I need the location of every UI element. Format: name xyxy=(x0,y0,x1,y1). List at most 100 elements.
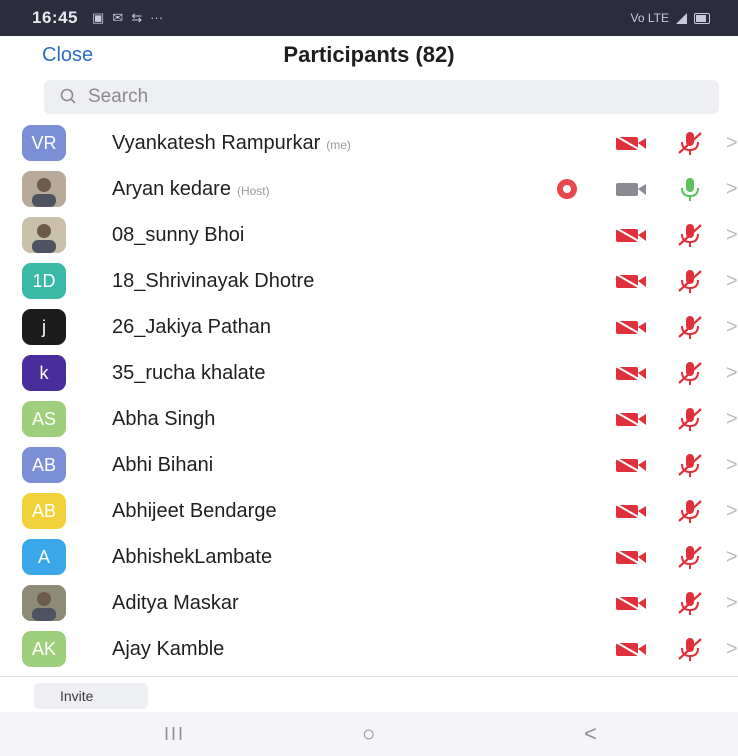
volte-label: Vo LTE xyxy=(630,11,669,25)
participant-name-text: AbhishekLambate xyxy=(112,545,273,568)
chevron-right-icon[interactable]: > xyxy=(726,454,738,477)
participant-name-text: Abha Singh xyxy=(112,407,216,430)
participant-row[interactable]: Aditya Maskar > xyxy=(0,580,738,626)
video-off-icon xyxy=(612,225,650,245)
avatar: AS xyxy=(22,401,66,437)
video-off-icon xyxy=(612,271,650,291)
participant-name: Aditya Maskar xyxy=(112,592,239,615)
participant-name: Aryan kedare (Host) xyxy=(112,178,270,201)
status-time: 16:45 xyxy=(32,8,78,27)
participant-row[interactable]: Aryan kedare (Host) > xyxy=(0,166,738,212)
page-title: Participants (82) xyxy=(283,42,455,67)
chevron-right-icon[interactable]: > xyxy=(726,546,738,569)
participant-row[interactable]: j 26_Jakiya Pathan > xyxy=(0,304,738,350)
status-right-icons: Vo LTE xyxy=(631,11,710,25)
mic-muted-icon xyxy=(674,543,706,571)
recents-button[interactable]: III xyxy=(164,724,185,745)
avatar: AK xyxy=(22,631,66,667)
mic-muted-icon xyxy=(674,451,706,479)
avatar xyxy=(22,171,66,207)
video-on-icon xyxy=(612,179,650,199)
chevron-right-icon[interactable]: > xyxy=(726,408,738,431)
video-off-icon xyxy=(612,593,650,613)
mic-muted-icon xyxy=(674,313,706,341)
recording-icon xyxy=(556,178,578,200)
network-icon: ⇆ xyxy=(131,10,143,25)
chevron-right-icon[interactable]: > xyxy=(726,316,738,339)
participant-name: Ajay Kamble xyxy=(112,638,224,661)
participant-row[interactable]: A AbhishekLambate > xyxy=(0,534,738,580)
back-button[interactable]: < xyxy=(584,721,597,747)
avatar xyxy=(22,585,66,621)
participant-name: Abhi Bihani xyxy=(112,454,213,477)
participant-name-text: 35_rucha khalate xyxy=(112,361,266,384)
video-off-icon xyxy=(612,317,650,337)
invite-button[interactable]: Invite xyxy=(34,683,148,709)
participant-name-text: 08_sunny Bhoi xyxy=(112,223,245,246)
mic-muted-icon xyxy=(674,589,706,617)
chevron-right-icon[interactable]: > xyxy=(726,270,738,293)
chevron-right-icon[interactable]: > xyxy=(726,224,738,247)
participant-role-tag: (Host) xyxy=(236,183,270,198)
participant-name: 35_rucha khalate xyxy=(112,362,265,385)
mic-muted-icon xyxy=(674,267,706,295)
participant-row[interactable]: 08_sunny Bhoi > xyxy=(0,212,738,258)
participant-name: Abha Singh xyxy=(112,408,215,431)
search-input[interactable] xyxy=(86,85,690,109)
avatar: j xyxy=(22,309,66,345)
avatar: VR xyxy=(22,125,66,161)
footer: Invite xyxy=(0,676,738,713)
notification-icon: ✉ xyxy=(112,10,124,25)
chevron-right-icon[interactable]: > xyxy=(726,638,738,661)
mic-muted-icon xyxy=(674,129,706,157)
video-off-icon xyxy=(612,639,650,659)
mic-muted-icon xyxy=(674,359,706,387)
participant-name: Vyankatesh Rampurkar (me) xyxy=(112,132,351,155)
chevron-right-icon[interactable]: > xyxy=(726,178,738,201)
mic-muted-icon xyxy=(674,497,706,525)
video-off-icon xyxy=(612,133,650,153)
search-bar[interactable] xyxy=(44,80,719,114)
video-off-icon xyxy=(612,409,650,429)
participant-row[interactable]: AK Ajay Kamble > xyxy=(0,626,738,672)
status-left-icons: ▣ ✉ ⇆ ··· xyxy=(92,10,163,26)
avatar: AB xyxy=(22,493,66,529)
signal-icon xyxy=(676,12,687,24)
participant-row[interactable]: AS Abha Singh > xyxy=(0,396,738,442)
participant-role-tag: (me) xyxy=(326,137,351,152)
battery-icon xyxy=(694,12,710,24)
participant-row[interactable]: 1D 18_Shrivinayak Dhotre > xyxy=(0,258,738,304)
participant-name-text: Abhi Bihani xyxy=(112,453,214,476)
mic-muted-icon xyxy=(674,405,706,433)
system-nav-bar: III ○ < xyxy=(0,712,738,756)
participant-row[interactable]: AB Abhi Bihani > xyxy=(0,442,738,488)
mic-on-icon xyxy=(674,175,706,203)
chevron-right-icon[interactable]: > xyxy=(726,132,738,155)
video-off-icon xyxy=(612,363,650,383)
participant-name: AbhishekLambate xyxy=(112,546,272,569)
participant-row[interactable]: AB Abhijeet Bendarge > xyxy=(0,488,738,534)
participant-row[interactable]: VR Vyankatesh Rampurkar (me) > xyxy=(0,120,738,166)
video-off-icon xyxy=(612,501,650,521)
avatar: AB xyxy=(22,447,66,483)
video-off-icon xyxy=(612,547,650,567)
participant-name: 08_sunny Bhoi xyxy=(112,224,244,247)
participant-name-text: Vyankatesh Rampurkar xyxy=(112,131,321,154)
participant-list: VR Vyankatesh Rampurkar (me) > Aryan kedare (… xyxy=(0,120,738,672)
participant-row[interactable]: k 35_rucha khalate > xyxy=(0,350,738,396)
avatar: k xyxy=(22,355,66,391)
participant-name-text: 18_Shrivinayak Dhotre xyxy=(112,269,315,292)
chevron-right-icon[interactable]: > xyxy=(726,362,738,385)
chevron-right-icon[interactable]: > xyxy=(726,500,738,523)
avatar xyxy=(22,217,66,253)
mic-muted-icon xyxy=(674,635,706,663)
home-button[interactable]: ○ xyxy=(362,721,375,747)
chevron-right-icon[interactable]: > xyxy=(726,592,738,615)
participant-name: 18_Shrivinayak Dhotre xyxy=(112,270,314,293)
more-icon: ··· xyxy=(150,10,164,25)
participant-name: Abhijeet Bendarge xyxy=(112,500,277,523)
avatar: A xyxy=(22,539,66,575)
avatar: 1D xyxy=(22,263,66,299)
participant-name: 26_Jakiya Pathan xyxy=(112,316,271,339)
status-bar: 16:45 ▣ ✉ ⇆ ··· Vo LTE xyxy=(0,0,738,36)
